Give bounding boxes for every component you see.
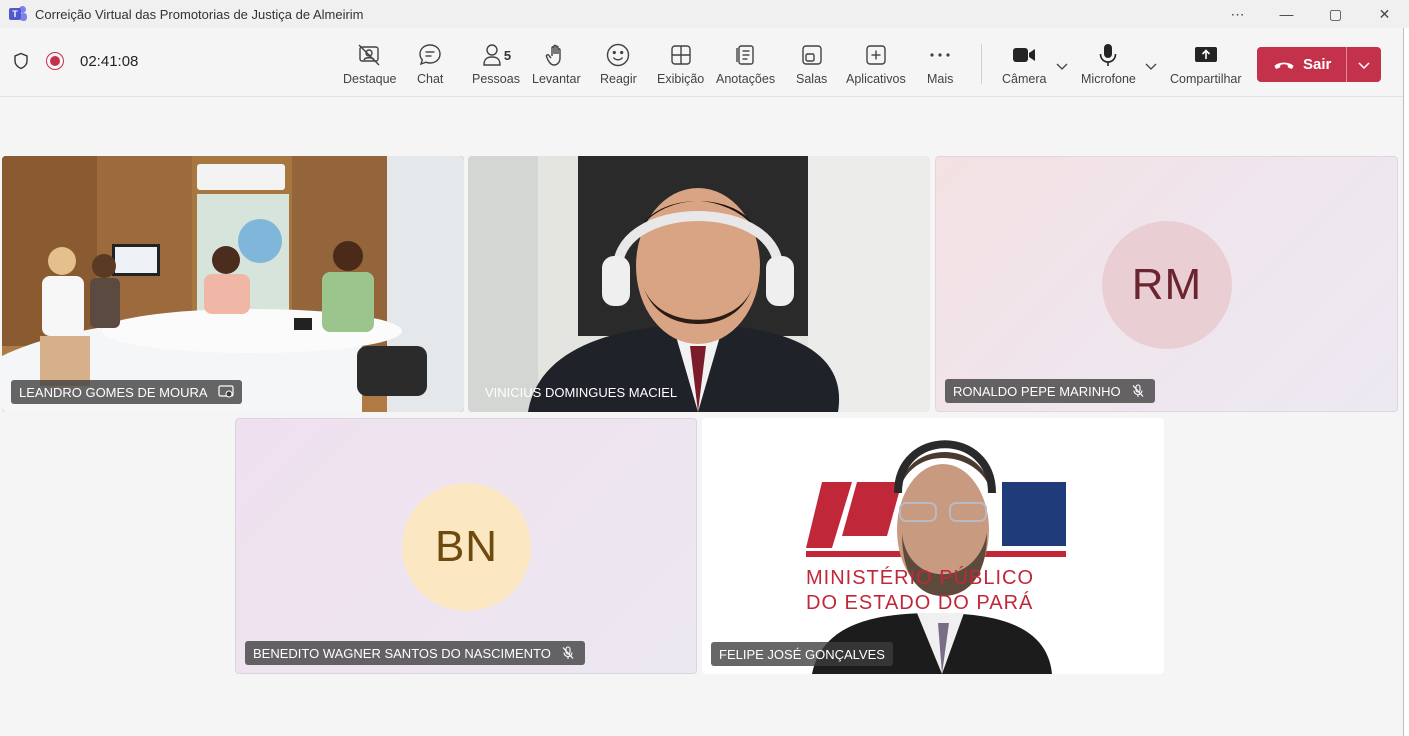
notes-button[interactable]: Anotações [716,42,775,92]
react-button[interactable]: Reagir [600,42,637,92]
shield-icon[interactable] [12,52,30,70]
participant-tile[interactable]: RM RONALDO PEPE MARINHO [935,156,1398,412]
more-options-button[interactable]: ⋯ [1213,0,1262,28]
maximize-button[interactable]: ▢ [1311,0,1360,28]
leave-label: Sair [1303,56,1332,73]
leave-button[interactable]: Sair [1257,47,1346,82]
microphone-options-chevron-icon[interactable] [1144,58,1158,70]
background-text-line-1: MINISTÉRIO PÚBLICO [806,567,1035,589]
apps-button[interactable]: Aplicativos [846,42,906,92]
participant-tile[interactable]: LEANDRO GOMES DE MOURA [2,156,464,412]
mic-muted-icon [561,646,577,660]
spotlight-button[interactable]: Destaque [343,42,397,92]
window-edge [1403,28,1409,736]
participant-name-tag: BENEDITO WAGNER SANTOS DO NASCIMENTO [245,641,585,665]
view-label: Exibição [657,72,705,86]
mic-muted-icon [1131,384,1147,398]
conference-room-video [2,156,464,412]
people-count: 5 [503,47,512,63]
people-label: Pessoas [472,72,520,86]
participant-video [702,418,1164,674]
leave-button-group: Sair [1257,47,1381,82]
participant-name: FELIPE JOSÉ GONÇALVES [719,646,885,662]
participant-tile[interactable]: MINISTÉRIO PÚBLICO DO ESTADO DO PARÁ FEL… [702,418,1164,674]
video-stage: LEANDRO GOMES DE MOURA VINICIUS DOMINGUE… [0,97,1403,733]
rooms-label: Salas [796,72,828,86]
people-button[interactable]: 5 Pessoas [472,42,520,92]
participant-tile[interactable]: VINICIUS DOMINGUES MACIEL [468,156,930,412]
presenter-icon [217,385,234,399]
ellipsis-icon [930,53,950,57]
notes-icon [735,45,754,65]
rooms-icon [801,45,822,65]
participant-avatar: BN [402,483,531,611]
toolbar-divider [981,44,982,84]
add-app-icon [866,45,886,65]
react-label: Reagir [600,72,637,86]
camera-icon [1013,48,1036,62]
share-screen-icon [1194,47,1217,62]
participant-name: LEANDRO GOMES DE MOURA [19,384,208,400]
camera-button[interactable]: Câmera [1002,42,1046,92]
hang-up-icon [1274,62,1294,69]
teams-logo-icon: T [9,6,27,22]
spotlight-label: Destaque [343,72,397,86]
participant-video [468,156,930,412]
meeting-timer: 02:41:08 [80,52,139,70]
participant-name-tag: VINICIUS DOMINGUES MACIEL [477,380,685,404]
participant-name: VINICIUS DOMINGUES MACIEL [485,384,678,400]
view-button[interactable]: Exibição [657,42,704,92]
spotlight-icon [358,44,380,66]
raise-hand-button[interactable]: Levantar [532,42,581,92]
recording-indicator-icon[interactable] [46,52,64,70]
participant-tile[interactable]: BN BENEDITO WAGNER SANTOS DO NASCIMENTO [235,418,697,674]
window-title: Correição Virtual das Promotorias de Jus… [35,6,364,22]
microphone-label: Microfone [1081,72,1136,86]
notes-label: Anotações [716,72,776,86]
participant-name: RONALDO PEPE MARINHO [953,383,1121,399]
participant-name: BENEDITO WAGNER SANTOS DO NASCIMENTO [253,645,551,661]
participant-name-tag: LEANDRO GOMES DE MOURA [11,380,242,404]
raise-hand-label: Levantar [532,72,581,86]
minimize-button[interactable]: — [1262,0,1311,28]
more-label: Mais [927,72,954,86]
background-text-line-2: DO ESTADO DO PARÁ [806,592,1034,614]
share-button[interactable]: Compartilhar [1170,42,1242,92]
more-button[interactable]: Mais [927,42,953,92]
meeting-toolbar: 02:41:08 Destaque Chat 5 Pessoas Levanta… [0,28,1405,97]
camera-options-chevron-icon[interactable] [1055,58,1069,70]
close-window-button[interactable]: ✕ [1360,0,1409,28]
leave-options-chevron-icon[interactable] [1347,47,1381,82]
share-label: Compartilhar [1170,72,1242,86]
microphone-icon [1100,44,1117,66]
microphone-button[interactable]: Microfone [1081,42,1136,92]
camera-label: Câmera [1002,72,1047,86]
apps-label: Aplicativos [846,72,906,86]
participant-name-tag: FELIPE JOSÉ GONÇALVES [711,642,893,666]
grid-view-icon [670,45,691,65]
title-bar: T Correição Virtual das Promotorias de J… [0,0,1409,28]
rooms-button[interactable]: Salas [796,42,827,92]
participant-avatar: RM [1102,221,1232,349]
raise-hand-icon [546,44,562,66]
participant-name-tag: RONALDO PEPE MARINHO [945,379,1155,403]
meeting-status: 02:41:08 [12,52,138,70]
chat-icon [419,44,441,66]
smile-icon [607,43,630,67]
people-icon [483,44,501,66]
chat-button[interactable]: Chat [417,42,443,92]
chat-label: Chat [417,72,444,86]
